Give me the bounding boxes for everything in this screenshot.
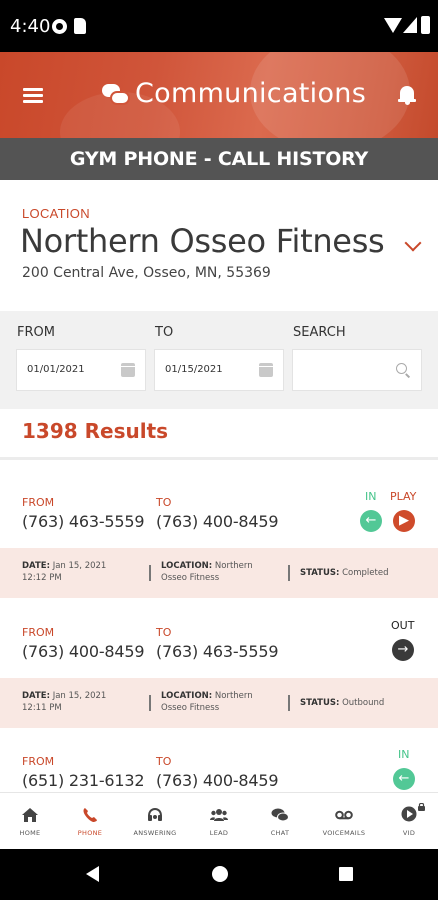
nav-label: LEAD (209, 829, 229, 837)
hamburger-menu-icon[interactable] (23, 88, 43, 104)
phone-icon (83, 808, 97, 822)
header-title: Communications (135, 78, 367, 109)
recent-apps-icon[interactable] (339, 867, 353, 881)
to-date-value: 01/15/2021 (165, 364, 223, 375)
people-icon (210, 809, 228, 821)
direction-in-label: IN (365, 490, 377, 503)
to-date-field[interactable]: 01/15/2021 (154, 349, 284, 391)
results-count: 1398 Results (22, 419, 169, 443)
incoming-arrow-icon: ← (393, 768, 415, 790)
to-number: (763) 463-5559 (156, 642, 279, 661)
from-label: FROM (22, 755, 55, 768)
battery-icon (421, 16, 430, 34)
direction-out-label: OUT (391, 619, 415, 632)
status-bar: 4:40 (0, 0, 438, 52)
app-header: Communications (0, 52, 438, 138)
nav-item-voicemails[interactable]: VOICEMAILS (314, 793, 374, 850)
chat-icon (271, 808, 289, 822)
call-status: STATUS: Completed (300, 568, 389, 578)
nav-label: ANSWERING (133, 829, 177, 837)
nav-label: PHONE (77, 829, 103, 837)
status-time: 4:40 (10, 16, 51, 37)
home-button-icon[interactable] (212, 866, 228, 882)
nav-label: VOICEMAILS (322, 829, 366, 837)
call-details: DATE: Jan 15, 2021 12:12 PM LOCATION: Nor… (0, 548, 438, 598)
nav-label: VID (402, 829, 416, 837)
search-icon[interactable] (396, 363, 407, 374)
bell-icon[interactable] (398, 86, 416, 105)
to-number: (763) 400-8459 (156, 771, 279, 790)
outgoing-arrow-icon: → (392, 639, 414, 661)
communications-chat-icon (102, 82, 132, 108)
headset-icon (148, 807, 162, 821)
from-date-field[interactable]: 01/01/2021 (16, 349, 146, 391)
back-icon[interactable] (86, 866, 99, 882)
chevron-down-icon[interactable] (404, 234, 422, 252)
search-label: SEARCH (293, 325, 346, 340)
from-number: (763) 463-5559 (22, 512, 145, 531)
location-address: 200 Central Ave, Osseo, MN, 55369 (22, 265, 271, 281)
app-screen: 4:40 Communications GYM PHONE - CALL HIS… (0, 0, 438, 900)
signal-icon (403, 17, 417, 33)
call-location: LOCATION: Northern Osseo Fitness (161, 691, 253, 713)
filter-bar: FROM TO SEARCH 01/01/2021 01/15/2021 (0, 311, 438, 409)
separator (149, 695, 151, 711)
call-date: DATE: Jan 15, 2021 12:12 PM (22, 561, 107, 583)
to-label: TO (156, 626, 172, 639)
sim-card-icon (74, 18, 86, 34)
nav-label: CHAT (270, 829, 290, 837)
nav-item-phone[interactable]: PHONE (60, 793, 120, 850)
call-status: STATUS: Outbound (300, 698, 385, 708)
separator (288, 695, 290, 711)
to-label: TO (155, 325, 174, 340)
wifi-icon (384, 18, 402, 33)
play-label: PLAY (390, 490, 417, 503)
bottom-navigation: HOME PHONE ANSWERING LEAD CHAT VOICEMAIL… (0, 792, 438, 849)
call-location: LOCATION: Northern Osseo Fitness (161, 561, 253, 583)
from-label: FROM (22, 626, 55, 639)
voicemail-icon (335, 810, 353, 820)
calendar-icon[interactable] (259, 363, 273, 377)
from-number: (651) 231-6132 (22, 771, 145, 790)
to-number: (763) 400-8459 (156, 512, 279, 531)
video-play-icon (401, 803, 425, 822)
nav-label: HOME (19, 829, 41, 837)
nav-item-vid[interactable]: VID (379, 793, 438, 850)
nav-item-lead[interactable]: LEAD (189, 793, 249, 850)
separator (288, 565, 290, 581)
notification-icon (52, 19, 67, 34)
to-label: TO (156, 755, 172, 768)
direction-in-label: IN (398, 748, 410, 761)
calendar-icon[interactable] (121, 363, 135, 377)
nav-item-home[interactable]: HOME (0, 793, 60, 850)
play-button[interactable]: ▶ (393, 510, 415, 532)
incoming-arrow-icon: ← (360, 510, 382, 532)
from-label: FROM (17, 325, 55, 340)
android-navigation-bar (0, 849, 438, 900)
home-icon (22, 808, 38, 822)
from-date-value: 01/01/2021 (27, 364, 85, 375)
from-label: FROM (22, 496, 55, 509)
from-number: (763) 400-8459 (22, 642, 145, 661)
nav-item-chat[interactable]: CHAT (250, 793, 310, 850)
location-name[interactable]: Northern Osseo Fitness (20, 222, 385, 260)
location-label: LOCATION (22, 206, 90, 221)
separator (149, 565, 151, 581)
page-title: GYM PHONE - CALL HISTORY (0, 138, 438, 180)
call-date: DATE: Jan 15, 2021 12:11 PM (22, 691, 107, 713)
nav-item-answering[interactable]: ANSWERING (124, 793, 186, 850)
call-details: DATE: Jan 15, 2021 12:11 PM LOCATION: Nor… (0, 678, 438, 728)
divider (0, 457, 438, 460)
to-label: TO (156, 496, 172, 509)
search-input[interactable] (292, 349, 422, 391)
